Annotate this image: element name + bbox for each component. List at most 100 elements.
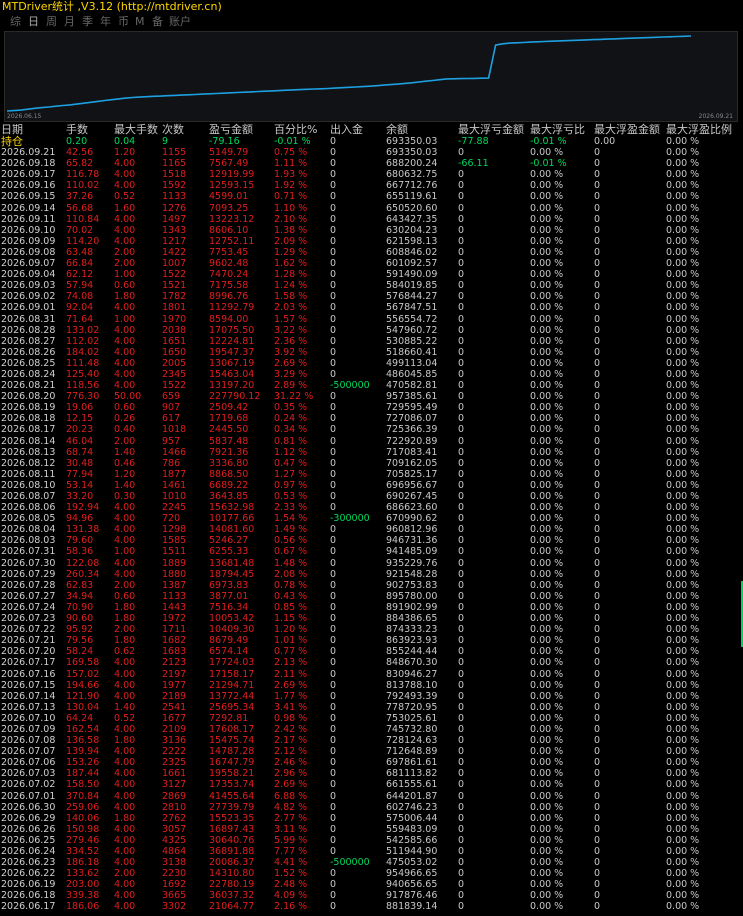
table-row[interactable]: 2026.06.19 203.00 4.00 1692 22780.19 2.48 % 0 9… [0,879,743,890]
table-row[interactable]: 2026.09.02 74.08 1.80 1782 8996.76 1.58 % 0 576… [0,291,743,302]
table-row[interactable]: 2026.08.19 19.06 0.60 907 2509.42 0.35 % 0 7295… [0,402,743,413]
table-row[interactable]: 2026.07.27 34.94 0.60 1133 3877.01 0.43 % 0 895… [0,591,743,602]
table-cell: 110.84 [66,213,100,225]
header-col-9[interactable]: 最大浮亏比 [530,124,585,136]
table-row[interactable]: 2026.07.15 194.66 4.00 1977 21294.71 2.69 % 0 8… [0,680,743,691]
table-row[interactable]: 2026.08.18 12.15 0.26 617 1719.68 0.24 % 0 7270… [0,413,743,424]
table-row[interactable]: 2026.08.28 133.02 4.00 2038 17075.50 3.22 % 0 5… [0,325,743,336]
header-col-11[interactable]: 最大浮盈比例 [666,124,732,136]
table-row[interactable]: 2026.07.31 58.36 1.00 1511 6255.33 0.67 % 0 941… [0,546,743,557]
table-row[interactable]: 2026.09.11 110.84 4.00 1497 13223.12 2.10 % 0 6… [0,214,743,225]
table-row[interactable]: 2026.07.01 370.84 4.00 2869 41455.64 6.88 % 0 6… [0,791,743,802]
table-row[interactable]: 2026.09.03 57.94 0.60 1521 7175.58 1.24 % 0 584… [0,280,743,291]
table-row[interactable]: 2026.09.07 66.84 2.00 1007 9602.48 1.62 % 0 601… [0,258,743,269]
table-cell: 0.00 % [666,746,700,758]
table-row[interactable]: 2026.07.08 136.58 1.80 3136 15475.74 2.17 % 0 7… [0,735,743,746]
tab-3[interactable]: 月 [64,14,75,30]
header-col-1[interactable]: 手数 [66,124,88,136]
table-row[interactable]: 2026.08.26 184.02 4.00 1650 19547.37 3.92 % 0 5… [0,347,743,358]
tab-1[interactable]: 日 [28,14,39,30]
header-col-5[interactable]: 百分比% [274,124,317,136]
table-cell: 2026.08.27 [1,335,56,347]
table-row[interactable]: 2026.09.04 62.12 1.00 1522 7470.24 1.28 % 0 591… [0,269,743,280]
table-row[interactable]: 2026.07.10 64.24 0.52 1677 7292.81 0.98 % 0 753… [0,713,743,724]
table-row[interactable]: 2026.08.07 33.20 0.30 1010 3643.85 0.53 % 0 690… [0,491,743,502]
table-row[interactable]: 2026.06.29 140.06 1.80 2762 15523.35 2.77 % 0 5… [0,813,743,824]
tab-9[interactable]: 账户 [169,14,191,30]
table-cell: 2.16 % [274,901,308,913]
table-row[interactable]: 2026.09.09 114.20 4.00 1217 12752.11 2.09 % 0 6… [0,236,743,247]
table-row[interactable]: 2026.07.16 157.02 4.00 2197 17158.17 2.11 % 0 8… [0,669,743,680]
table-row[interactable]: 2026.07.21 79.56 1.80 1682 8679.49 1.01 % 0 863… [0,635,743,646]
table-row[interactable]: 2026.07.02 158.50 4.00 3127 17353.74 2.69 % 0 6… [0,779,743,790]
table-cell: 0.00 % [666,668,700,680]
header-col-4[interactable]: 盈亏金额 [209,124,253,136]
table-row[interactable]: 2026.08.21 118.56 4.00 1522 13197.20 2.89 % -5… [0,380,743,391]
header-col-10[interactable]: 最大浮盈金额 [594,124,660,136]
table-row[interactable]: 2026.07.09 162.54 4.00 2109 17608.17 2.42 % 0 7… [0,724,743,735]
table-row[interactable]: 2026.07.07 139.94 4.00 2222 14787.28 2.12 % 0 7… [0,746,743,757]
table-row[interactable]: 2026.08.14 46.04 2.00 957 5837.48 0.81 % 0 7229… [0,436,743,447]
table-row[interactable]: 2026.09.16 110.02 4.00 1592 12593.15 1.92 % 0 6… [0,180,743,191]
table-row[interactable]: 2026.07.06 153.26 4.00 2325 16747.79 2.46 % 0 6… [0,757,743,768]
table-row[interactable]: 2026.08.06 192.94 4.00 2245 15632.98 2.33 % 0 6… [0,502,743,513]
table-row[interactable]: 2026.08.12 30.48 0.46 786 3336.80 0.47 % 0 7091… [0,458,743,469]
table-row[interactable]: 2026.08.13 68.74 1.40 1466 7921.36 1.12 % 0 717… [0,447,743,458]
table-row[interactable]: 2026.08.17 20.23 0.40 1018 2445.50 0.34 % 0 725… [0,424,743,435]
tab-0[interactable]: 综 [10,14,21,30]
table-cell: 0.52 [114,191,136,203]
table-row[interactable]: 2026.06.30 259.06 4.00 2810 27739.79 4.82 % 0 6… [0,802,743,813]
header-col-8[interactable]: 最大浮亏金额 [458,124,524,136]
table-row[interactable]: 2026.08.24 125.40 4.00 2345 15463.04 3.29 % 0 4… [0,369,743,380]
table-row[interactable]: 2026.07.17 169.58 4.00 2123 17724.03 2.13 % 0 8… [0,657,743,668]
holding-row[interactable]: 持仓 0.20 0.04 9 -79.16 -0.01 % 0 693350.03 -77.88… [0,136,743,147]
table-row[interactable]: 2026.08.25 111.48 4.00 2005 13067.19 2.69 % 0 4… [0,358,743,369]
table-cell: 848670.30 [386,657,438,669]
table-row[interactable]: 2026.08.03 79.60 4.00 1585 5246.27 0.56 % 0 946… [0,535,743,546]
table-row[interactable]: 2026.09.18 65.82 4.00 1165 7567.49 1.11 % 0 688… [0,158,743,169]
table-row[interactable]: 2026.09.10 70.02 4.00 1343 8606.10 1.38 % 0 630… [0,225,743,236]
header-col-3[interactable]: 次数 [162,124,184,136]
table-row[interactable]: 2026.08.27 112.02 4.00 1651 12224.81 2.36 % 0 5… [0,336,743,347]
table-row[interactable]: 2026.07.14 121.90 4.00 2189 13772.44 1.77 % 0 7… [0,691,743,702]
table-row[interactable]: 2026.06.22 133.62 2.00 2230 14310.80 1.52 % 0 9… [0,868,743,879]
table-row[interactable]: 2026.09.17 116.78 4.00 1518 12919.99 1.93 % 0 6… [0,169,743,180]
table-row[interactable]: 2026.08.20 776.30 50.00 659 227790.12 31.22 %… [0,391,743,402]
table-row[interactable]: 2026.07.20 58.24 0.62 1683 6574.14 0.77 % 0 855… [0,646,743,657]
tab-8[interactable]: 备 [152,14,163,30]
table-row[interactable]: 2026.08.05 94.96 4.00 720 10177.66 1.54 % -300… [0,513,743,524]
header-col-6[interactable]: 出入金 [330,124,363,136]
table-row[interactable]: 2026.07.30 122.08 4.00 1889 13681.48 1.48 % 0 9… [0,558,743,569]
table-cell: 30640.76 [209,834,255,846]
table-row[interactable]: 2026.07.28 62.83 2.00 1387 6973.83 0.78 % 0 902… [0,580,743,591]
table-row[interactable]: 2026.09.14 56.68 1.60 1276 7093.25 1.10 % 0 650… [0,203,743,214]
table-row[interactable]: 2026.07.13 130.04 1.40 2541 25695.34 3.41 % 0 7… [0,702,743,713]
table-row[interactable]: 2026.09.08 63.48 2.00 1422 7753.45 1.29 % 0 608… [0,247,743,258]
table-row[interactable]: 2026.08.11 77.94 1.20 1877 8868.50 1.27 % 0 705… [0,469,743,480]
tab-5[interactable]: 年 [100,14,111,30]
tab-2[interactable]: 周 [46,14,57,30]
table-row[interactable]: 2026.09.21 42.56 1.20 1155 5149.79 0.75 % 0 693… [0,147,743,158]
header-col-7[interactable]: 余额 [386,124,408,136]
header-col-2[interactable]: 最大手数 [114,124,158,136]
table-row[interactable]: 2026.07.03 187.44 4.00 1661 19558.21 2.96 % 0 6… [0,768,743,779]
table-row[interactable]: 2026.07.29 260.34 4.00 1880 18794.45 2.08 % 0 9… [0,569,743,580]
table-row[interactable]: 2026.06.25 279.46 4.00 4325 30640.76 5.99 % 0 5… [0,835,743,846]
table-row[interactable]: 2026.06.17 186.06 4.00 3302 21064.77 2.16 % 0 8… [0,901,743,912]
table-row[interactable]: 2026.07.24 70.90 1.80 1443 7516.34 0.85 % 0 891… [0,602,743,613]
tab-6[interactable]: 币 [118,14,129,30]
table-row[interactable]: 2026.07.23 90.60 1.80 1972 10053.42 1.15 % 0 88… [0,613,743,624]
table-row[interactable]: 2026.08.04 131.38 4.00 1298 14081.60 1.49 % 0 9… [0,524,743,535]
table-row[interactable]: 2026.09.01 92.04 4.00 1801 11292.79 2.03 % 0 56… [0,302,743,313]
table-row[interactable]: 2026.06.23 186.18 4.00 3138 20086.37 4.41 % -5… [0,857,743,868]
table-row[interactable]: 2026.06.26 150.98 4.00 3057 16897.43 3.11 % 0 5… [0,824,743,835]
table-cell: 2345 [162,368,187,380]
table-row[interactable]: 2026.06.18 339.38 4.00 3665 36037.32 4.09 % 0 9… [0,890,743,901]
table-row[interactable]: 2026.09.15 37.26 0.52 1133 4599.01 0.71 % 0 655… [0,191,743,202]
tab-4[interactable]: 季 [82,14,93,30]
table-row[interactable]: 2026.07.22 95.92 2.00 1711 10409.30 1.20 % 0 87… [0,624,743,635]
tab-7[interactable]: M [135,14,145,30]
table-row[interactable]: 2026.08.31 71.64 1.00 1970 8594.00 1.57 % 0 556… [0,314,743,325]
table-row[interactable]: 2026.06.24 334.52 4.00 4864 36891.88 7.77 % 0 5… [0,846,743,857]
table-row[interactable]: 2026.08.10 53.14 1.40 1461 6689.22 0.97 % 0 696… [0,480,743,491]
